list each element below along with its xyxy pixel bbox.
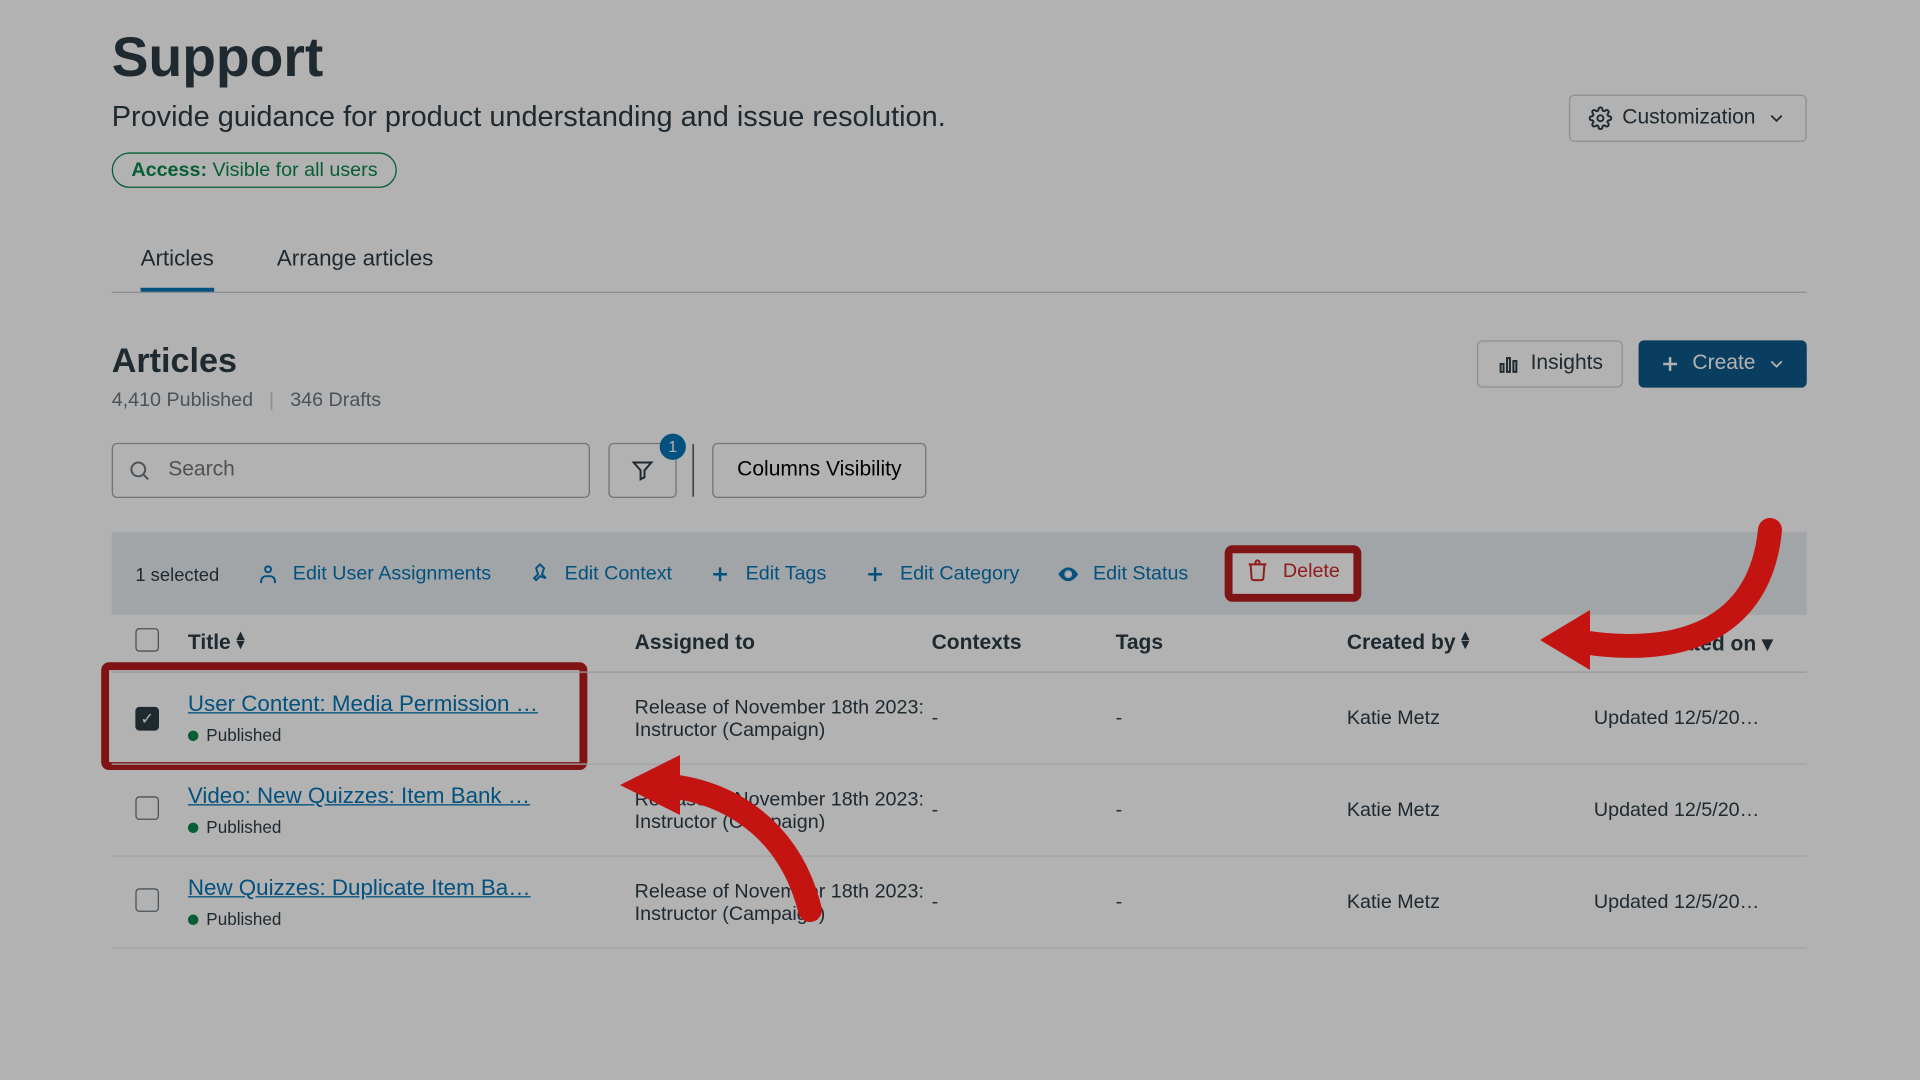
action-label: Edit Context xyxy=(565,562,672,584)
drafts-count: 346 Drafts xyxy=(290,389,381,411)
sort-down-icon: ▾ xyxy=(1762,633,1773,655)
action-label: Delete xyxy=(1283,559,1340,581)
row-assigned: Release of November 18th 2023: Instructo… xyxy=(635,696,932,741)
published-count: 4,410 Published xyxy=(112,389,253,411)
access-badge: Access: Visible for all users xyxy=(112,152,398,187)
column-contexts: Contexts xyxy=(932,631,1116,655)
gear-icon xyxy=(1588,106,1612,130)
article-title-link[interactable]: New Quizzes: Duplicate Item Ba… xyxy=(188,875,543,901)
filter-count-badge: 1 xyxy=(660,434,686,460)
plus-icon xyxy=(709,562,733,586)
table-row: Video: New Quizzes: Item Bank … Publishe… xyxy=(112,765,1807,857)
user-icon xyxy=(256,562,280,586)
plus-icon xyxy=(1658,352,1682,376)
bulk-action-bar: 1 selected Edit User Assignments Edit Co… xyxy=(112,532,1807,615)
row-checkbox[interactable] xyxy=(135,796,159,820)
access-value: Visible for all users xyxy=(212,159,377,181)
row-created: Katie Metz xyxy=(1347,891,1594,913)
row-updated: Updated 12/5/20… xyxy=(1594,891,1783,913)
status-dot-icon xyxy=(188,915,199,926)
status-dot-icon xyxy=(188,731,199,742)
row-created: Katie Metz xyxy=(1347,799,1594,821)
edit-category-action[interactable]: Edit Category xyxy=(863,562,1019,586)
action-label: Edit Tags xyxy=(746,562,827,584)
access-label: Access: xyxy=(131,159,207,181)
row-tags: - xyxy=(1116,707,1347,729)
row-checkbox[interactable] xyxy=(135,888,159,912)
action-label: Edit Status xyxy=(1093,562,1188,584)
section-title: Articles xyxy=(112,340,381,381)
bar-chart-icon xyxy=(1496,352,1520,376)
row-updated: Updated 12/5/20… xyxy=(1594,707,1783,729)
article-counts: 4,410 Published | 346 Drafts xyxy=(112,389,381,411)
delete-action[interactable]: Delete xyxy=(1246,558,1340,582)
edit-status-action[interactable]: Edit Status xyxy=(1056,562,1188,586)
chevron-down-icon xyxy=(1766,353,1787,374)
table-row: New Quizzes: Duplicate Item Ba… Publishe… xyxy=(112,857,1807,949)
article-title-link[interactable]: User Content: Media Permission … xyxy=(188,691,543,717)
chevron-down-icon xyxy=(1766,108,1787,129)
row-tags: - xyxy=(1116,799,1347,821)
columns-visibility-button[interactable]: Columns Visibility xyxy=(712,443,926,498)
edit-tags-action[interactable]: Edit Tags xyxy=(709,562,827,586)
bulk-selected-count: 1 selected xyxy=(135,563,219,584)
table-header: Title▲▼ Assigned to Contexts Tags Create… xyxy=(112,615,1807,673)
column-tags: Tags xyxy=(1116,631,1347,655)
customization-label: Customization xyxy=(1622,106,1755,130)
column-created[interactable]: Created by▲▼ xyxy=(1347,631,1594,655)
eye-icon xyxy=(1056,562,1080,586)
filter-icon xyxy=(631,459,655,483)
insights-label: Insights xyxy=(1531,352,1603,376)
row-updated: Updated 12/5/20… xyxy=(1594,799,1783,821)
row-assigned: Release of November 18th 2023: Instructo… xyxy=(635,880,932,925)
table-row: ✓ User Content: Media Permission … Publi… xyxy=(112,673,1807,765)
article-status: Published xyxy=(188,817,635,837)
row-contexts: - xyxy=(932,891,1116,913)
row-contexts: - xyxy=(932,799,1116,821)
create-label: Create xyxy=(1692,352,1755,376)
row-checkbox[interactable]: ✓ xyxy=(135,706,159,730)
column-updated[interactable]: Last updated on ▾ xyxy=(1594,630,1783,656)
page-subtitle: Provide guidance for product understandi… xyxy=(112,100,1807,134)
row-assigned: Release of November 18th 2023: Instructo… xyxy=(635,788,932,833)
edit-user-assignments-action[interactable]: Edit User Assignments xyxy=(256,562,491,586)
row-created: Katie Metz xyxy=(1347,707,1594,729)
select-all-checkbox[interactable] xyxy=(135,628,159,652)
action-label: Edit Category xyxy=(900,562,1019,584)
sort-icon: ▲▼ xyxy=(1458,632,1472,649)
sort-icon: ▲▼ xyxy=(233,632,247,649)
insights-button[interactable]: Insights xyxy=(1477,340,1623,387)
row-contexts: - xyxy=(932,707,1116,729)
article-title-link[interactable]: Video: New Quizzes: Item Bank … xyxy=(188,783,543,809)
tab-arrange-articles[interactable]: Arrange articles xyxy=(277,235,433,292)
column-title[interactable]: Title▲▼ xyxy=(188,631,635,655)
customization-button[interactable]: Customization xyxy=(1568,95,1806,142)
action-label: Edit User Assignments xyxy=(293,562,491,584)
separator xyxy=(692,444,693,497)
tab-articles[interactable]: Articles xyxy=(141,235,214,292)
row-tags: - xyxy=(1116,891,1347,913)
trash-icon xyxy=(1246,558,1270,582)
plus-icon xyxy=(863,562,887,586)
edit-context-action[interactable]: Edit Context xyxy=(528,562,672,586)
page-title: Support xyxy=(112,26,1807,89)
status-dot-icon xyxy=(188,823,199,834)
column-assigned: Assigned to xyxy=(635,631,932,655)
create-button[interactable]: Create xyxy=(1639,340,1807,387)
article-status: Published xyxy=(188,909,635,929)
pin-icon xyxy=(528,562,552,586)
article-status: Published xyxy=(188,725,635,745)
filter-button[interactable]: 1 xyxy=(608,443,676,498)
search-input[interactable] xyxy=(112,443,590,498)
search-icon xyxy=(127,459,151,483)
delete-highlight-box: Delete xyxy=(1225,545,1361,602)
tabs: Articles Arrange articles xyxy=(112,235,1807,293)
